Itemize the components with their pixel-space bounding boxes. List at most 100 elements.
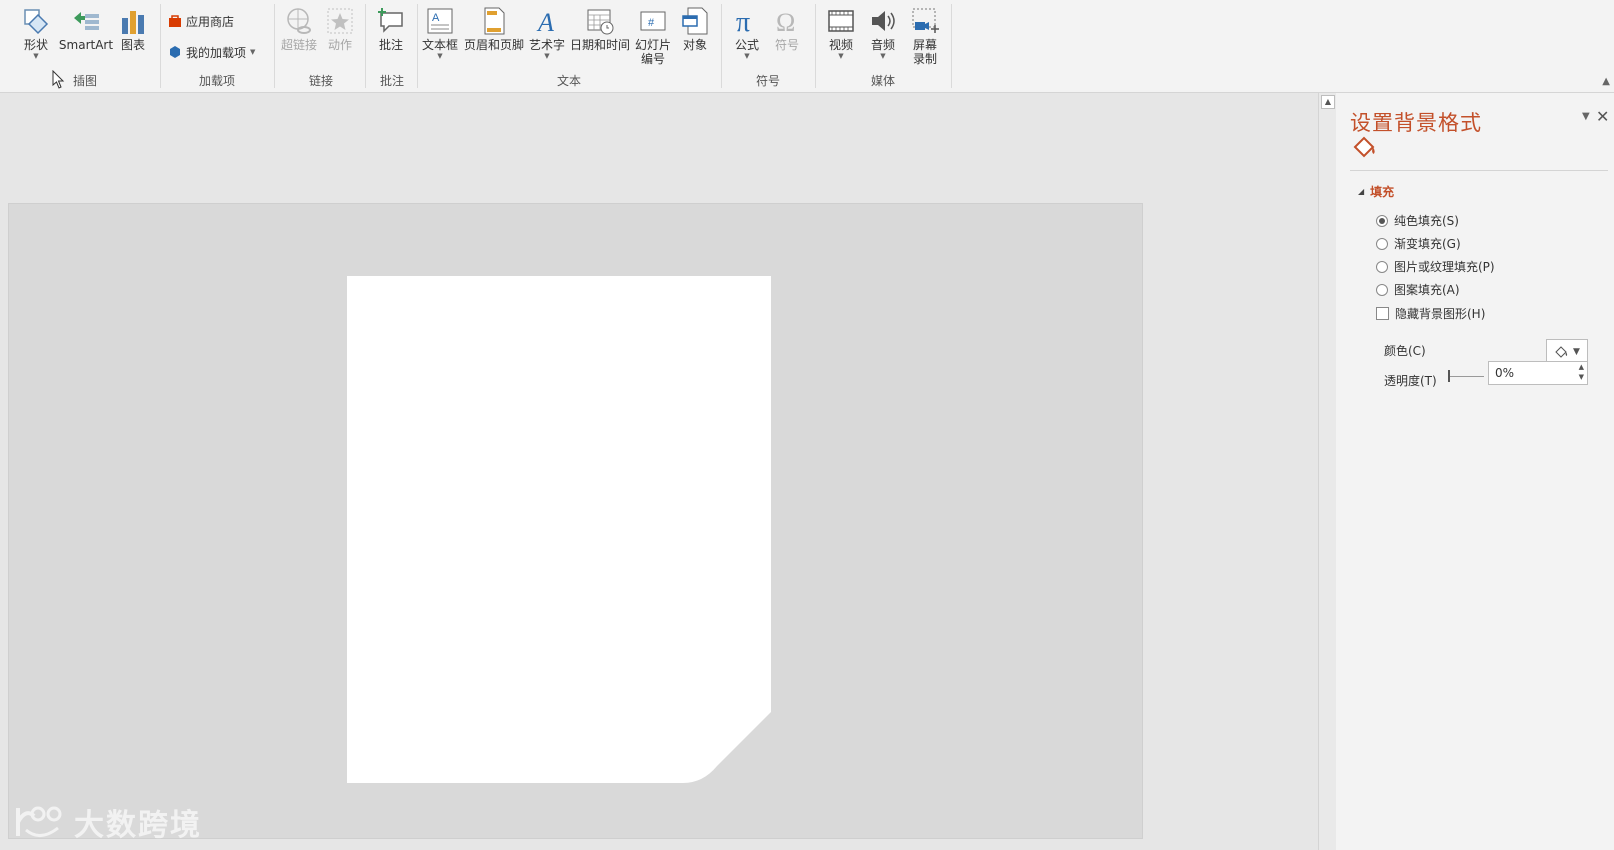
pane-options-icon[interactable]: ▼: [1582, 111, 1590, 122]
spin-down-icon[interactable]: ▼: [1579, 373, 1584, 381]
smartart-icon: [74, 12, 99, 30]
screen-recording-button[interactable]: 屏幕 录制: [907, 4, 943, 70]
fill-section-header[interactable]: ◢ 填充: [1358, 183, 1394, 200]
paint-bucket-icon[interactable]: [1352, 135, 1378, 161]
spin-up-icon[interactable]: ▲: [1579, 363, 1584, 371]
solid-fill-label: 纯色填充(S): [1394, 214, 1459, 228]
slide-canvas[interactable]: [8, 203, 1143, 839]
group-label-links: 链接: [308, 74, 333, 88]
group-label-addins: 加载项: [198, 74, 235, 88]
pattern-fill-radio[interactable]: [1376, 283, 1388, 296]
pattern-fill-option[interactable]: 图案填充(A): [1376, 281, 1460, 298]
hyperlink-button[interactable]: 超链接: [278, 4, 320, 70]
picture-fill-label: 图片或纹理填充(P): [1394, 260, 1495, 274]
equation-label: 公式: [734, 38, 759, 52]
svg-text:#: #: [648, 17, 655, 29]
picture-fill-option[interactable]: 图片或纹理填充(P): [1376, 258, 1495, 275]
svg-text:A: A: [536, 8, 554, 36]
page-shape[interactable]: [347, 276, 771, 783]
scroll-up-icon[interactable]: ▲: [1321, 95, 1335, 109]
chart-label: 图表: [120, 38, 145, 52]
action-button[interactable]: 动作: [322, 4, 358, 70]
object-label: 对象: [682, 38, 707, 52]
chart-icon: [122, 11, 144, 34]
header-footer-icon: [484, 7, 505, 35]
group-illustrations: 形状 ▼ SmartArt 图表 插图: [12, 0, 158, 92]
addins-icon: [170, 46, 180, 58]
shapes-button[interactable]: 形状 ▼: [18, 4, 54, 70]
solid-fill-option[interactable]: 纯色填充(S): [1376, 212, 1459, 229]
symbol-button[interactable]: Ω 符号: [769, 4, 805, 70]
chevron-down-icon: ▼: [744, 52, 750, 60]
group-divider: [365, 4, 366, 88]
group-label-comments: 批注: [379, 74, 404, 88]
chevron-down-icon: ▼: [33, 52, 39, 60]
slide-number-icon: #: [640, 11, 666, 31]
globe-link-icon: [287, 8, 311, 34]
screen-record-icon: [912, 8, 939, 33]
wordart-label: 艺术字: [528, 38, 565, 52]
calendar-clock-icon: [587, 9, 614, 35]
group-label-illustrations: 插图: [72, 74, 97, 88]
group-symbols: π 公式 ▼ Ω 符号 符号: [723, 0, 813, 92]
screen-recording-label-1: 屏幕: [912, 38, 937, 52]
screen-recording-label-2: 录制: [912, 52, 937, 66]
video-label: 视频: [828, 38, 853, 52]
header-footer-label: 页眉和页脚: [463, 38, 524, 52]
group-divider: [815, 4, 816, 88]
ribbon: 形状 ▼ SmartArt 图表 插图 应用商店 我的加载项 ▼ 加载项 超链接…: [0, 0, 1614, 93]
hyperlink-label: 超链接: [280, 38, 317, 52]
header-footer-button[interactable]: 页眉和页脚: [463, 4, 525, 70]
textbox-button[interactable]: A 文本框 ▼: [421, 4, 459, 70]
gradient-fill-option[interactable]: 渐变填充(G): [1376, 235, 1461, 252]
watermark: 大数跨境: [12, 800, 202, 844]
watermark-logo-icon: [16, 806, 62, 837]
pi-icon: π: [736, 7, 750, 36]
film-icon: [828, 10, 854, 32]
chart-button[interactable]: 图表: [118, 4, 148, 70]
transparency-slider-thumb[interactable]: [1448, 370, 1450, 382]
my-addins-button[interactable]: 我的加载项 ▼: [168, 41, 255, 63]
store-button[interactable]: 应用商店: [168, 10, 234, 32]
fill-section-label: 填充: [1370, 185, 1395, 199]
datetime-button[interactable]: 日期和时间: [569, 4, 631, 70]
slide-number-button[interactable]: # 幻灯片 编号: [633, 4, 673, 70]
group-divider: [951, 4, 952, 88]
solid-fill-radio[interactable]: [1376, 214, 1388, 227]
chevron-down-icon: ▼: [250, 48, 256, 56]
svg-text:π: π: [736, 7, 750, 36]
pattern-fill-label: 图案填充(A): [1394, 283, 1460, 297]
group-label-media: 媒体: [870, 74, 895, 88]
hide-background-checkbox[interactable]: [1376, 307, 1389, 320]
group-divider: [160, 4, 161, 88]
transparency-spinbox[interactable]: 0% ▲ ▼: [1488, 361, 1588, 385]
slide-number-label-2: 编号: [640, 52, 665, 66]
pane-divider: [1350, 170, 1608, 171]
close-icon[interactable]: ✕: [1596, 107, 1609, 126]
slide-workspace: [0, 93, 1318, 850]
datetime-label: 日期和时间: [569, 38, 630, 52]
comment-button[interactable]: 批注: [373, 4, 409, 70]
hide-background-label: 隐藏背景图形(H): [1395, 307, 1486, 321]
smartart-button[interactable]: SmartArt: [58, 4, 114, 70]
transparency-slider-track[interactable]: [1448, 376, 1484, 377]
store-icon: [169, 15, 181, 27]
picture-fill-radio[interactable]: [1376, 260, 1388, 273]
hide-background-option[interactable]: 隐藏背景图形(H): [1376, 305, 1485, 322]
audio-button[interactable]: 音频 ▼: [865, 4, 901, 70]
video-button[interactable]: 视频 ▼: [823, 4, 859, 70]
group-divider: [417, 4, 418, 88]
group-divider: [274, 4, 275, 88]
mouse-cursor-icon: [52, 70, 65, 89]
object-button[interactable]: 对象: [677, 4, 713, 70]
vertical-scrollbar[interactable]: ▲: [1318, 93, 1337, 850]
group-media: 视频 ▼ 音频 ▼ 屏幕 录制 媒体: [817, 0, 949, 92]
equation-button[interactable]: π 公式 ▼: [729, 4, 765, 70]
group-divider: [721, 4, 722, 88]
gradient-fill-radio[interactable]: [1376, 237, 1388, 250]
speaker-icon: [872, 11, 895, 31]
wordart-button[interactable]: A 艺术字 ▼: [527, 4, 567, 70]
group-text: A 文本框 ▼ 页眉和页脚 A 艺术字 ▼ 日期和时间 # 幻灯片 编号 对象 …: [419, 0, 719, 92]
collapse-ribbon-icon[interactable]: ▲: [1602, 76, 1610, 87]
shapes-label: 形状: [23, 38, 48, 52]
